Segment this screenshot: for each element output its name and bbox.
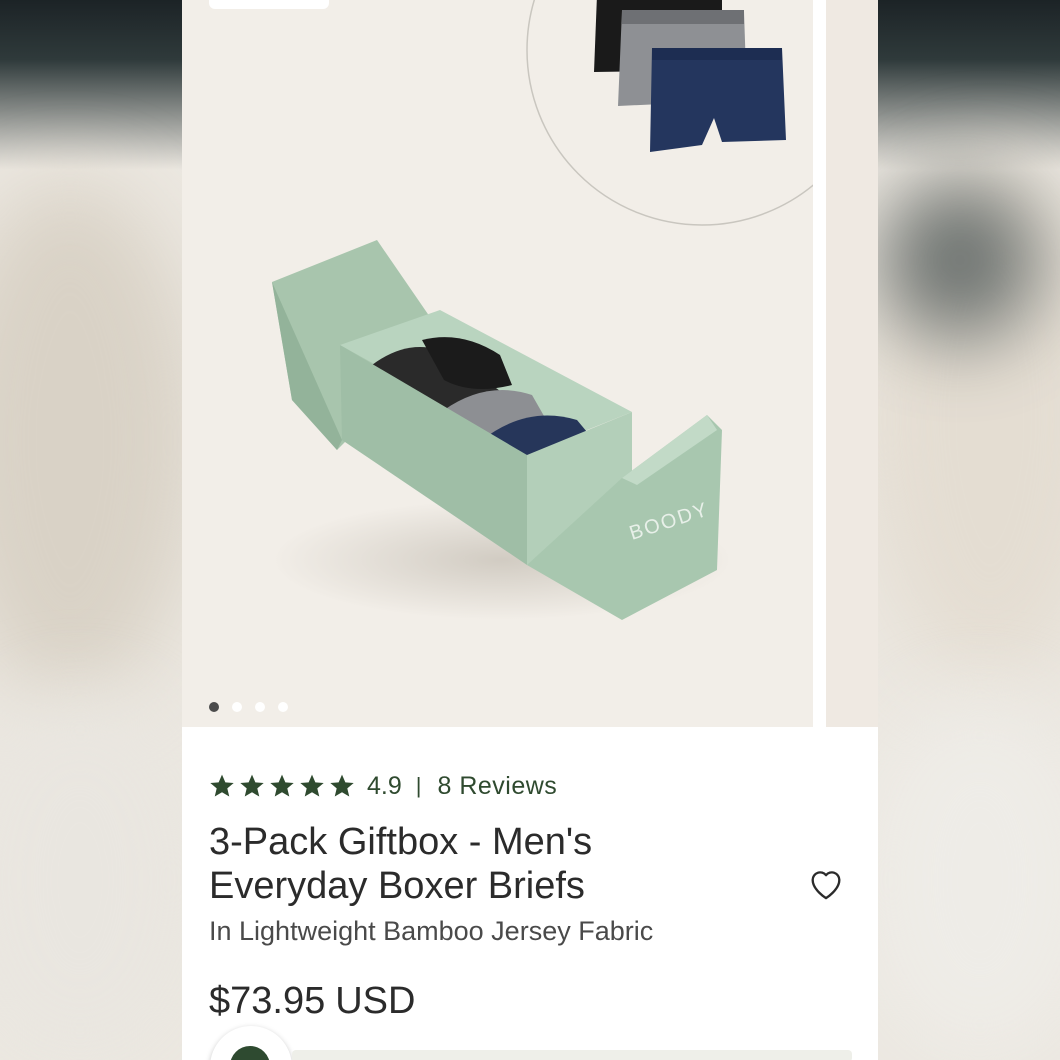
star-icon [210, 774, 234, 797]
gallery-slide-active[interactable]: BOODY [182, 0, 813, 727]
product-title: 3-Pack Giftbox - Men's Everyday Boxer Br… [209, 820, 769, 908]
product-title-line2: Everyday Boxer Briefs [209, 865, 585, 907]
product-image-gallery[interactable]: BOODY [182, 0, 878, 727]
reviews-link[interactable]: 8 Reviews [437, 772, 557, 801]
gallery-pagination [209, 702, 288, 712]
floating-action-icon [230, 1046, 270, 1060]
briefs-inset [594, 0, 786, 152]
product-title-line1: 3-Pack Giftbox - Men's [209, 821, 593, 863]
price-amount: $73.95 [209, 980, 326, 1022]
product-image: BOODY [272, 0, 813, 620]
product-rating[interactable]: 4.9 | 8 Reviews [209, 770, 557, 802]
slide-divider [813, 0, 826, 727]
top-tab [209, 0, 329, 9]
floating-action-button[interactable] [210, 1026, 292, 1060]
product-subtitle: In Lightweight Bamboo Jersey Fabric [209, 916, 654, 946]
star-icon [300, 774, 324, 797]
product-price: $73.95 USD [209, 980, 415, 1023]
bottom-bar [292, 1050, 852, 1060]
pagination-dot[interactable] [278, 702, 288, 712]
pagination-dot[interactable] [255, 702, 265, 712]
star-icon [270, 774, 294, 797]
heart-icon[interactable] [806, 864, 846, 904]
gallery-slide-next-peek[interactable] [826, 0, 878, 727]
pagination-dot[interactable] [209, 702, 219, 712]
rating-value: 4.9 [367, 771, 402, 800]
price-currency: USD [335, 980, 416, 1022]
star-icon [330, 774, 354, 797]
pagination-dot[interactable] [232, 702, 242, 712]
star-icon [240, 774, 264, 797]
product-card: BOODY 4.9 | 8 Reviews 3-Pack Giftbox - M… [182, 0, 878, 1060]
rating-separator: | [415, 773, 422, 798]
